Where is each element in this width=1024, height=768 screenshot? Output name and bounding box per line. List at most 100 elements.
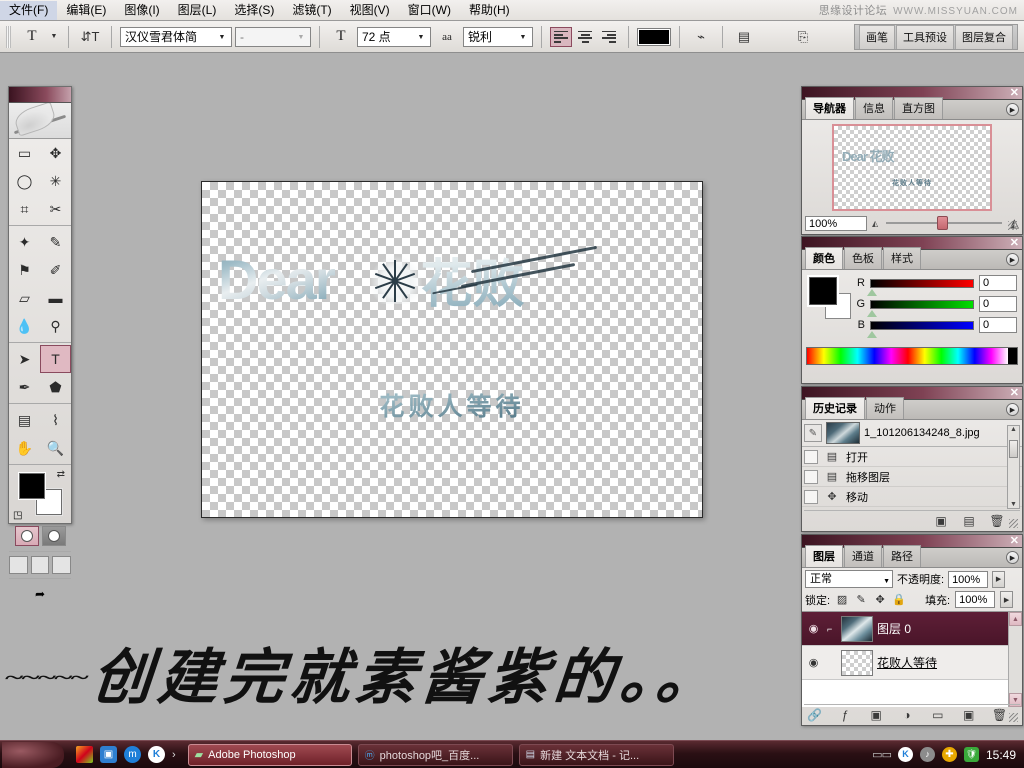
chevron-down-icon[interactable]: ▼	[516, 30, 530, 45]
menu-item-file[interactable]: 文件(F)	[0, 1, 57, 20]
kingsoft-app-icon[interactable]: K	[148, 746, 165, 763]
lock-all-icon[interactable]: 🔒	[892, 593, 906, 606]
layer-name[interactable]: 图层 0	[877, 620, 911, 637]
history-state-row[interactable]: ✥ 移动	[802, 487, 1022, 507]
zoom-tool-icon[interactable]: 🔍	[40, 434, 71, 462]
language-bar-icon[interactable]: ▭▭	[872, 748, 891, 761]
full-screen-with-menubar-button[interactable]	[31, 556, 50, 574]
well-tab-layer-comps[interactable]: 图层复合	[955, 25, 1013, 49]
blue-value-input[interactable]: 0	[979, 317, 1017, 333]
clone-stamp-tool-icon[interactable]: ⚑	[9, 256, 40, 284]
path-selection-tool-icon[interactable]: ➤	[9, 345, 40, 373]
full-screen-mode-button[interactable]	[52, 556, 71, 574]
layer-style-icon[interactable]: ƒ	[836, 708, 854, 722]
chevron-down-icon[interactable]: ▼	[215, 30, 229, 45]
green-slider-handle[interactable]	[867, 310, 877, 317]
tool-preset-chevron-down-icon[interactable]: ▼	[48, 25, 60, 49]
scroll-up-icon[interactable]: ▲	[1009, 612, 1022, 626]
red-slider-track[interactable]	[870, 279, 974, 288]
font-family-select[interactable]: 汉仪雪君体简 ▼	[120, 27, 232, 47]
panel-resize-grip[interactable]	[1008, 221, 1017, 230]
tab-swatches[interactable]: 色板	[844, 247, 882, 269]
standard-mode-button[interactable]	[15, 526, 39, 546]
red-value-input[interactable]: 0	[979, 275, 1017, 291]
lock-image-pixels-icon[interactable]: ✎	[854, 593, 868, 606]
text-color-swatch[interactable]	[637, 28, 671, 46]
close-icon[interactable]: ✕	[1010, 535, 1019, 548]
toolbox-title-bar[interactable]	[9, 87, 71, 103]
default-colors-icon[interactable]: ◳	[13, 510, 22, 521]
tab-info[interactable]: 信息	[855, 97, 893, 119]
eraser-tool-icon[interactable]: ▱	[9, 284, 40, 312]
link-layers-icon[interactable]: 🔗	[805, 708, 823, 722]
history-source-checkbox[interactable]	[804, 490, 818, 504]
layer-visibility-eye-icon[interactable]: ◉	[804, 656, 823, 669]
healing-brush-tool-icon[interactable]: ✦	[9, 228, 40, 256]
start-button[interactable]	[2, 742, 64, 768]
adjustment-layer-icon[interactable]: ◑	[898, 708, 916, 722]
gradient-tool-icon[interactable]: ▬	[40, 284, 71, 312]
menu-item-view[interactable]: 视图(V)	[341, 1, 399, 20]
align-right-button[interactable]	[598, 27, 620, 47]
show-desktop-icon[interactable]	[76, 746, 93, 763]
zoom-slider-handle[interactable]	[937, 216, 948, 230]
chevron-down-icon[interactable]: ▼	[414, 30, 428, 45]
layer-row[interactable]: ◉ ⌐ 图层 0	[802, 612, 1022, 646]
font-size-select[interactable]: 72 点 ▼	[357, 27, 431, 47]
fill-stepper-icon[interactable]: ▶	[1000, 591, 1013, 608]
opacity-stepper-icon[interactable]: ▶	[992, 571, 1005, 588]
menu-item-layer[interactable]: 图层(L)	[169, 1, 226, 20]
notes-tool-icon[interactable]: ▤	[9, 406, 40, 434]
crop-tool-icon[interactable]: ⌗	[9, 195, 40, 223]
panel-resize-grip[interactable]	[1009, 713, 1018, 722]
panel-menu-icon[interactable]: ▶	[1006, 551, 1019, 564]
tab-styles[interactable]: 样式	[883, 247, 921, 269]
menu-item-edit[interactable]: 编辑(E)	[57, 1, 115, 20]
align-left-button[interactable]	[550, 27, 572, 47]
layer-visibility-eye-icon[interactable]: ◉	[804, 622, 823, 635]
font-style-select[interactable]: - ▼	[235, 27, 311, 47]
taskbar-button-notepad[interactable]: ▤ 新建 文本文档 - 记...	[519, 744, 674, 766]
tab-color[interactable]: 颜色	[805, 247, 843, 269]
tab-history[interactable]: 历史记录	[805, 397, 865, 419]
lock-transparent-pixels-icon[interactable]: ▨	[835, 593, 849, 606]
layer-thumbnail[interactable]	[841, 650, 873, 676]
layer-row[interactable]: ◉ 花败人等待	[802, 646, 1022, 680]
taskbar-button-photoshop[interactable]: ▰ Adobe Photoshop	[188, 744, 352, 766]
green-slider-track[interactable]	[870, 300, 974, 309]
spectrum-black-chip[interactable]	[1008, 348, 1017, 364]
panel-resize-grip[interactable]	[1009, 519, 1018, 528]
history-state-row[interactable]: ▤ 拖移图层	[802, 467, 1022, 487]
menu-item-filter[interactable]: 滤镜(T)	[283, 1, 340, 20]
taskbar-button-browser[interactable]: ⓜ photoshop吧_百度...	[358, 744, 513, 766]
more-chevron-icon[interactable]: ›	[172, 749, 176, 761]
delete-layer-icon[interactable]: 🗑	[990, 708, 1008, 722]
menu-item-window[interactable]: 窗口(W)	[399, 1, 460, 20]
move-tool-icon[interactable]: ✥	[40, 139, 71, 167]
new-group-icon[interactable]: ▭	[929, 708, 947, 722]
character-palette-icon[interactable]: ▤	[731, 25, 757, 49]
history-state-row[interactable]: ▤ 打开	[802, 447, 1022, 467]
align-center-button[interactable]	[574, 27, 596, 47]
blend-mode-select[interactable]: 正常 ▼	[805, 570, 893, 588]
red-slider-handle[interactable]	[867, 289, 877, 296]
standard-screen-mode-button[interactable]	[9, 556, 28, 574]
security-shield-tray-icon[interactable]: 🛡	[964, 747, 979, 762]
foreground-color-swatch[interactable]	[809, 277, 837, 305]
media-player-icon[interactable]: ▣	[100, 746, 117, 763]
close-icon[interactable]: ✕	[1010, 87, 1019, 100]
tab-navigator[interactable]: 导航器	[805, 97, 854, 119]
green-value-input[interactable]: 0	[979, 296, 1017, 312]
layers-scrollbar[interactable]: ▲ ▼	[1008, 612, 1022, 707]
well-tab-tool-presets[interactable]: 工具预设	[896, 25, 954, 49]
scrollbar-thumb[interactable]	[1009, 440, 1018, 458]
anti-alias-select[interactable]: 锐利 ▼	[463, 27, 533, 47]
lasso-tool-icon[interactable]: ◯	[9, 167, 40, 195]
well-tab-brushes[interactable]: 画笔	[859, 25, 895, 49]
warp-text-icon[interactable]: ⌁	[688, 25, 714, 49]
type-tool-icon[interactable]: T	[40, 345, 71, 373]
new-snapshot-icon[interactable]: ▤	[960, 514, 978, 528]
close-icon[interactable]: ✕	[1010, 387, 1019, 400]
fill-input[interactable]: 100%	[955, 591, 995, 608]
maxthon-browser-icon[interactable]: m	[124, 746, 141, 763]
